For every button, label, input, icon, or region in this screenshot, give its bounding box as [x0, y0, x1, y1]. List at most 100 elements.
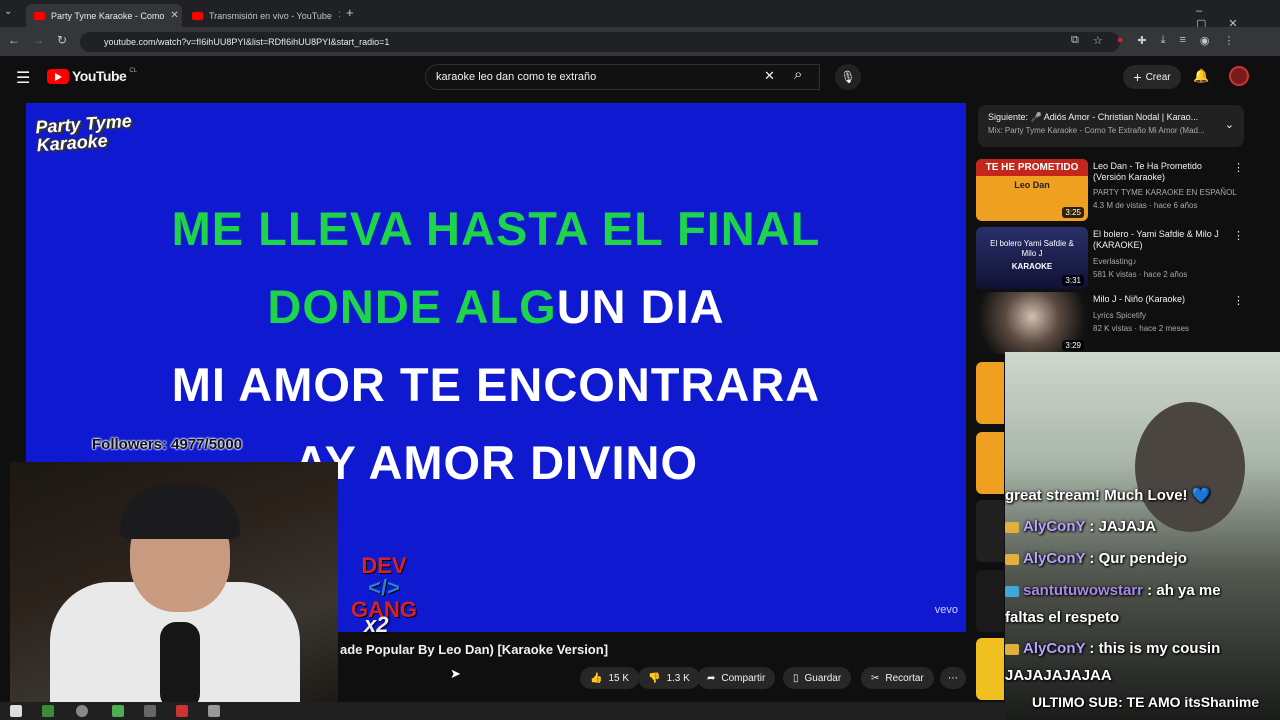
create-label: Crear — [1145, 71, 1171, 83]
crown-badge-icon — [1005, 521, 1019, 533]
taskbar-app-icon[interactable] — [76, 705, 88, 717]
thumbs-up-icon: 👍 — [590, 672, 603, 684]
taskbar-app-icon[interactable] — [42, 705, 54, 717]
puzzle-icon[interactable]: ✚ — [1137, 34, 1146, 50]
bookmark-star-icon[interactable]: ☆ — [1093, 34, 1103, 50]
last-sub-banner: ULTIMO SUB: TE AMO itsShanime — [1032, 694, 1260, 710]
second-webcam — [1005, 352, 1280, 720]
up-next-panel[interactable]: Siguiente: 🎤 Adiós Amor - Christian Noda… — [978, 105, 1244, 147]
chat-text: : Qur pendejo — [1085, 550, 1187, 567]
back-button[interactable]: ← — [6, 33, 22, 47]
media-icon[interactable]: ≡ — [1179, 34, 1185, 50]
webcam-person-head — [1135, 402, 1245, 532]
devgang-mid: </> — [368, 575, 400, 600]
chat-message: AlyConY : this is my cousin — [1005, 640, 1220, 657]
rec-channel: Lyrics Spicetify — [1093, 311, 1147, 320]
like-button[interactable]: 👍 15 K — [580, 667, 640, 689]
duration-badge: 3:29 — [1062, 340, 1084, 351]
install-icon[interactable]: ⧉ — [1071, 34, 1079, 50]
chat-message: great stream! Much Love! 💙 — [1005, 486, 1210, 504]
tab-title: Party Tyme Karaoke - Como — [51, 10, 165, 21]
video-thumbnail-partial[interactable] — [976, 362, 1004, 424]
more-options-icon[interactable]: ⋮ — [1233, 161, 1244, 174]
close-tab-icon[interactable]: ✕ — [338, 10, 340, 21]
video-thumbnail[interactable]: 3:29 — [976, 292, 1088, 354]
chevron-down-icon[interactable]: ⌄ — [1225, 118, 1234, 131]
chat-message: AlyConY : Qur pendejo — [1005, 550, 1187, 567]
search-input[interactable]: karaoke leo dan como te extraño — [425, 64, 820, 90]
rec-meta: 581 K vistas · hace 2 años — [1093, 270, 1188, 279]
crown-badge-icon — [1005, 553, 1019, 565]
recommendation-item[interactable]: TE HE PROMETIDO Leo Dan 3:25 Leo Dan - T… — [976, 159, 1246, 221]
notifications-bell-icon[interactable]: 🔔 — [1193, 68, 1209, 84]
video-title: ade Popular By Leo Dan) [Karaoke Version… — [340, 642, 609, 657]
share-icon: ➦ — [707, 672, 716, 684]
hamburger-menu-icon[interactable]: ☰ — [16, 68, 30, 88]
dislike-button[interactable]: 👎 1.3 K — [638, 667, 700, 689]
reload-button[interactable]: ↻ — [54, 33, 70, 47]
tab-search-icon[interactable]: ⌄ — [4, 6, 12, 17]
video-thumbnail[interactable]: TE HE PROMETIDO Leo Dan 3:25 — [976, 159, 1088, 221]
profile-icon[interactable]: ◉ — [1200, 34, 1210, 50]
more-actions-button[interactable]: ⋯ — [940, 667, 966, 689]
rec-title: Leo Dan - Te Ha Prometido (Versión Karao… — [1093, 161, 1202, 182]
close-tab-icon[interactable]: ✕ — [170, 10, 178, 21]
search-icon[interactable]: ⌕ — [794, 66, 802, 83]
youtube-logo[interactable]: YouTube CL — [47, 68, 137, 84]
video-thumbnail-partial[interactable] — [976, 570, 1004, 632]
dislike-count: 1.3 K — [666, 672, 690, 684]
tab-transmision[interactable]: Transmisión en vivo - YouTube ✕ — [184, 4, 340, 27]
rec-meta: 82 K vistas · hace 2 meses — [1093, 324, 1190, 333]
video-thumbnail[interactable]: El bolero Yami Safdie & Milo J KARAOKE 3… — [976, 227, 1088, 289]
recommendation-item[interactable]: El bolero Yami Safdie & Milo J KARAOKE 3… — [976, 227, 1246, 289]
thumb-subtext: Leo Dan — [1014, 180, 1050, 190]
taskbar-app-icon[interactable] — [144, 705, 156, 717]
share-button[interactable]: ➦ Compartir — [697, 667, 776, 689]
video-thumbnail-partial[interactable] — [976, 638, 1004, 700]
taskbar-app-icon[interactable] — [112, 705, 124, 717]
chat-message: AlyConY : JAJAJA — [1005, 518, 1156, 535]
forward-button[interactable]: → — [30, 33, 46, 47]
more-options-icon[interactable]: ⋮ — [1233, 229, 1244, 242]
rec-title: Milo J - Niño (Karaoke) — [1093, 294, 1186, 304]
like-count: 15 K — [608, 672, 630, 684]
logo-text: YouTube — [72, 68, 127, 84]
youtube-favicon-icon — [192, 11, 203, 20]
extension-icons[interactable]: ⧉ ☆ ● ✚ ⤓ ≡ ◉ ⋮ — [1071, 34, 1251, 50]
chat-text: : JAJAJA — [1085, 518, 1157, 535]
mouse-cursor-icon: ➤ — [450, 666, 461, 681]
create-button[interactable]: + Crear — [1123, 65, 1181, 89]
avatar[interactable] — [1229, 66, 1249, 86]
thumb-text: TE HE PROMETIDO — [976, 159, 1088, 176]
webcam-microphone — [160, 622, 200, 710]
url-text: youtube.com/watch?v=fI6ihUU8PYI&list=RDf… — [104, 37, 390, 47]
scissors-icon: ✂ — [871, 672, 880, 684]
vevo-watermark: vevo — [934, 604, 958, 616]
taskbar-app-icon[interactable] — [176, 705, 188, 717]
more-options-icon[interactable]: ⋮ — [1233, 294, 1244, 307]
duration-badge: 3:31 — [1062, 275, 1084, 286]
recommendation-item[interactable]: 3:29 Milo J - Niño (Karaoke) Lyrics Spic… — [976, 292, 1246, 354]
new-tab-button[interactable]: + — [346, 5, 354, 20]
start-icon[interactable] — [10, 705, 22, 717]
clear-search-icon[interactable]: ✕ — [764, 68, 775, 84]
download-icon[interactable]: ⤓ — [1161, 34, 1166, 50]
multiplier-badge: x2 — [364, 612, 389, 637]
search-query: karaoke leo dan como te extraño — [436, 71, 597, 83]
bookmark-icon: ▯ — [793, 672, 799, 684]
mic-icon: 🎙 — [840, 70, 856, 84]
lyric-line-2: DONDE ALGUN DIA — [267, 280, 725, 333]
streamer-webcam — [10, 462, 338, 710]
menu-icon[interactable]: ⋮ — [1224, 34, 1235, 50]
chat-text: great stream! Much Love! 💙 — [1005, 487, 1211, 504]
tab-party-tyme[interactable]: Party Tyme Karaoke - Como ✕ — [26, 4, 182, 27]
taskbar-app-icon[interactable] — [208, 705, 220, 717]
save-button[interactable]: ▯ Guardar — [783, 667, 852, 689]
region-code: CL — [129, 68, 137, 74]
voice-search-button[interactable]: 🎙 — [835, 64, 861, 90]
video-thumbnail-partial[interactable] — [976, 500, 1004, 562]
extension-icon[interactable]: ● — [1117, 34, 1124, 50]
clip-button[interactable]: ✂ Recortar — [861, 667, 934, 689]
video-thumbnail-partial[interactable] — [976, 432, 1004, 494]
address-bar[interactable]: youtube.com/watch?v=fI6ihUU8PYI&list=RDf… — [80, 32, 1120, 52]
